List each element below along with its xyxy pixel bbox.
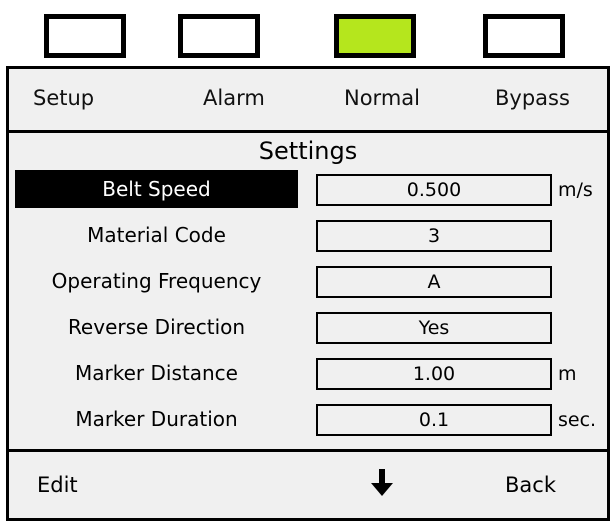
mode-setup[interactable]: Setup [33, 86, 94, 110]
operating-frequency-value[interactable]: A [316, 266, 552, 298]
softkey-bar: Edit Back [9, 449, 607, 518]
page-title: Settings [258, 137, 358, 165]
edit-button[interactable]: Edit [37, 473, 78, 497]
material-code-value[interactable]: 3 [316, 220, 552, 252]
material-code-label[interactable]: Material Code [15, 216, 298, 254]
mode-alarm[interactable]: Alarm [203, 86, 265, 110]
setup-indicator [44, 14, 126, 58]
row-marker-distance[interactable]: Marker Distance 1.00 m [9, 353, 607, 393]
row-operating-frequency[interactable]: Operating Frequency A [9, 261, 607, 301]
marker-duration-unit: sec. [558, 409, 597, 431]
marker-duration-label[interactable]: Marker Duration [15, 400, 298, 438]
marker-distance-label[interactable]: Marker Distance [15, 354, 298, 392]
normal-indicator [334, 14, 416, 58]
row-marker-duration[interactable]: Marker Duration 0.1 sec. [9, 399, 607, 439]
bypass-indicator [483, 14, 565, 58]
operating-frequency-label[interactable]: Operating Frequency [15, 262, 298, 300]
row-belt-speed[interactable]: Belt Speed 0.500 m/s [9, 169, 607, 209]
arrow-down-icon[interactable] [369, 468, 395, 503]
marker-duration-value[interactable]: 0.1 [316, 404, 552, 436]
marker-distance-value[interactable]: 1.00 [316, 358, 552, 390]
reverse-direction-label[interactable]: Reverse Direction [15, 308, 298, 346]
mode-bar: Setup Alarm Normal Bypass [9, 69, 607, 133]
alarm-indicator [178, 14, 260, 58]
belt-speed-value[interactable]: 0.500 [316, 174, 552, 206]
settings-panel: Setup Alarm Normal Bypass Settings Belt … [6, 66, 610, 521]
reverse-direction-value[interactable]: Yes [316, 312, 552, 344]
marker-distance-unit: m [558, 363, 577, 385]
belt-speed-unit: m/s [558, 179, 593, 201]
mode-bypass[interactable]: Bypass [495, 86, 570, 110]
mode-normal[interactable]: Normal [344, 86, 420, 110]
back-button[interactable]: Back [505, 473, 556, 497]
belt-speed-label[interactable]: Belt Speed [15, 170, 298, 208]
row-material-code[interactable]: Material Code 3 [9, 215, 607, 255]
row-reverse-direction[interactable]: Reverse Direction Yes [9, 307, 607, 347]
